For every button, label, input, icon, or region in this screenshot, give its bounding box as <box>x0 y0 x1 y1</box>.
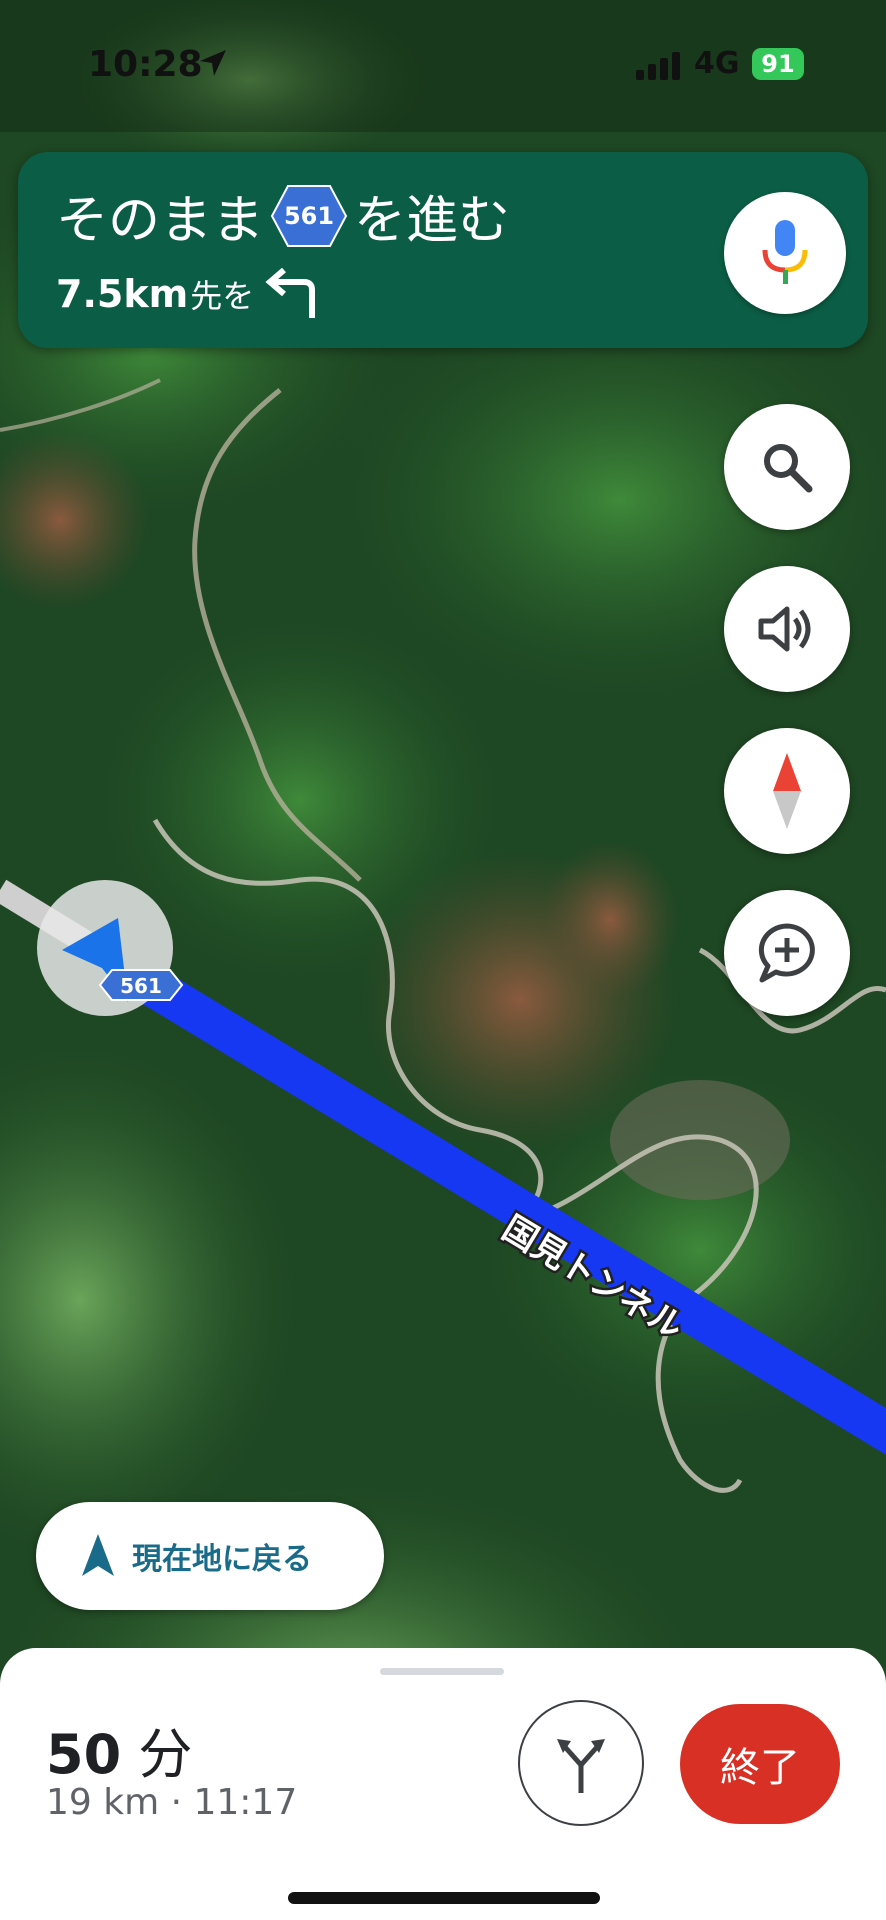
road-shield-icon: 561 <box>98 969 184 1001</box>
microphone-icon <box>762 220 808 284</box>
recenter-button[interactable]: 現在地に戻る <box>36 1502 384 1610</box>
turn-left-icon <box>265 268 316 318</box>
search-button[interactable] <box>724 404 850 530</box>
trip-bottom-sheet[interactable]: 50 分 19 km · 11:17 終了 <box>0 1648 886 1920</box>
instruction-prefix: そのまま <box>56 191 265 251</box>
network-type: 4G <box>694 46 740 81</box>
signal-icon <box>636 52 680 80</box>
route-shield-number: 561 <box>283 201 335 230</box>
home-indicator[interactable] <box>288 1892 600 1904</box>
instruction-suffix: を進む <box>354 191 511 251</box>
add-report-button[interactable] <box>724 890 850 1016</box>
next-suffix: 先を <box>190 277 255 315</box>
next-distance: 7.5km <box>56 272 189 316</box>
next-maneuver: 7.5km 先を <box>56 268 322 320</box>
distance-arrival: 19 km · 11:17 <box>46 1782 298 1823</box>
sheet-handle[interactable] <box>380 1668 504 1675</box>
alternate-routes-button[interactable] <box>518 1700 644 1826</box>
trip-duration: 50 分 <box>46 1710 192 1789</box>
route-shield-icon: 561 <box>270 184 348 248</box>
navigation-banner[interactable]: そのまま 561 を進む 7.5km 先を <box>18 152 868 348</box>
location-arrow-icon <box>200 50 226 76</box>
navigation-arrow-icon <box>82 1534 114 1576</box>
duration-unit: 分 <box>138 1723 193 1786</box>
duration-value: 50 <box>46 1723 122 1786</box>
status-time: 10:28 <box>88 44 203 85</box>
add-comment-icon <box>758 923 815 983</box>
battery-level: 91 <box>752 48 804 80</box>
speaker-icon <box>758 606 811 652</box>
compass-button[interactable] <box>724 728 850 854</box>
end-navigation-button[interactable]: 終了 <box>680 1704 840 1824</box>
sound-button[interactable] <box>724 566 850 692</box>
search-icon <box>764 444 813 493</box>
svg-text:561: 561 <box>120 974 162 998</box>
status-bar: 10:28 4G 91 <box>0 0 886 132</box>
maneuver-instruction: そのまま 561 を進む <box>56 178 510 253</box>
route-fork-icon <box>557 1739 605 1793</box>
recenter-label: 現在地に戻る <box>132 1542 312 1577</box>
compass-icon <box>773 753 801 829</box>
voice-search-button[interactable] <box>724 192 846 314</box>
